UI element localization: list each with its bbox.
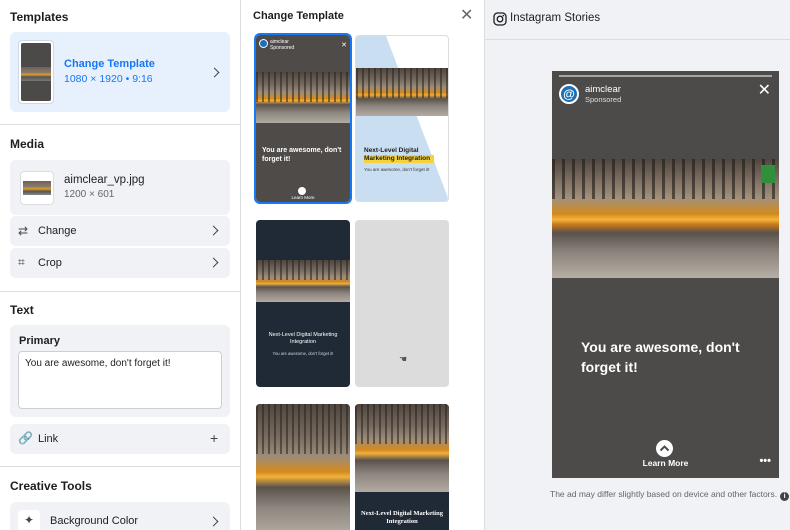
tile-cta: Learn More <box>291 195 315 200</box>
template-option-6[interactable]: Next-Level Digital Marketing Integration <box>355 404 449 530</box>
change-media-label: Change <box>38 225 77 237</box>
change-media-row[interactable]: ⇄ Change <box>10 216 230 246</box>
story-progress-bar <box>559 75 772 77</box>
story-brand-name: aimclear <box>585 84 621 95</box>
template-option-1[interactable]: aimclear Sponsored ✕ You are awesome, don… <box>254 33 352 204</box>
background-color-label: Background Color <box>50 515 139 527</box>
placement-title: Instagram Stories <box>510 12 601 24</box>
change-template-card[interactable]: Change Template 1080 × 1920 • 9:16 <box>10 32 230 112</box>
disclaimer-text: The ad may differ slightly based on devi… <box>550 489 778 499</box>
chevron-right-icon <box>208 516 219 527</box>
tile-sub: You are awesome, don't forget it! <box>364 167 430 172</box>
link-row[interactable]: 🔗 Link + <box>10 424 230 454</box>
media-file-card: aimclear_vp.jpg 1200 × 601 <box>10 160 230 215</box>
close-icon: ✕ <box>341 42 347 49</box>
story-cta[interactable]: Learn More <box>552 458 779 468</box>
template-option-5[interactable] <box>256 404 350 530</box>
info-icon[interactable]: i <box>780 492 790 501</box>
template-option-2[interactable]: Next-Level Digital Marketing Integration… <box>355 35 449 202</box>
chevron-right-icon <box>208 257 219 268</box>
story-preview: @ aimclear Sponsored ✕ You are awesome, … <box>552 71 779 478</box>
primary-text-card: Primary You are awesome, don't forget it… <box>10 325 230 417</box>
cursor-icon: ☚ <box>399 354 408 364</box>
template-option-3[interactable]: Next-Level Digital Marketing Integration… <box>256 220 350 387</box>
ad-creative-editor: Templates Change Template 1080 × 1920 • … <box>0 0 790 530</box>
brand-logo: @ <box>559 84 579 104</box>
tile-sub: You are awesome, don't forget it! <box>272 351 334 356</box>
link-label: Link <box>38 433 59 445</box>
tile-headline: Next-Level Digital Marketing Integration <box>268 332 338 345</box>
close-icon[interactable]: ✕ <box>758 83 771 99</box>
change-template-panel: Change Template ✕ aimclear Sponsored ✕ Yo… <box>241 0 485 530</box>
tile-message: You are awesome, don't forget it! <box>262 147 342 163</box>
media-title: Media <box>10 137 45 151</box>
instagram-icon <box>493 12 507 26</box>
chevron-right-icon <box>209 67 220 78</box>
template-dimensions: 1080 × 1920 • 9:16 <box>64 73 153 85</box>
media-file-name: aimclear_vp.jpg <box>64 174 145 186</box>
left-panel: Templates Change Template 1080 × 1920 • … <box>0 0 241 530</box>
template-option-4[interactable]: ☚ <box>355 220 449 387</box>
template-thumbnail <box>18 40 54 104</box>
tile-diagonal-background <box>356 36 448 201</box>
magic-wand-icon: ✦ <box>18 510 40 530</box>
tile-headline: Next-Level Digital Marketing Integration <box>361 510 443 525</box>
preview-disclaimer: The ad may differ slightly based on devi… <box>550 489 790 501</box>
close-icon[interactable]: ✕ <box>460 8 473 24</box>
media-thumbnail <box>20 171 54 205</box>
story-message: You are awesome, don't forget it! <box>581 339 740 375</box>
link-icon: 🔗 <box>18 431 33 445</box>
background-color-row[interactable]: ✦ Background Color <box>10 502 230 530</box>
text-title: Text <box>10 303 34 317</box>
chevron-right-icon <box>208 225 219 236</box>
tile-sponsored: Sponsored <box>270 45 295 51</box>
story-sponsored: Sponsored <box>585 95 622 104</box>
chevron-up-icon <box>298 187 306 195</box>
crop-icon: ⌗ <box>18 255 25 269</box>
swap-icon: ⇄ <box>18 224 29 238</box>
plus-icon[interactable]: + <box>210 431 218 445</box>
change-template-label: Change Template <box>64 58 155 70</box>
brand-logo <box>259 39 268 48</box>
tile-headline: Next-Level Digital Marketing Integration <box>364 147 434 163</box>
primary-text-input[interactable]: You are awesome, don't forget it! <box>18 351 222 409</box>
chevron-up-icon[interactable] <box>656 440 673 457</box>
station-sign <box>761 165 775 183</box>
change-template-title: Change Template <box>253 10 344 22</box>
preview-panel: Instagram Stories @ aimclear Sponsored ✕… <box>485 0 790 530</box>
media-file-dims: 1200 × 601 <box>64 189 115 200</box>
crop-media-row[interactable]: ⌗ Crop <box>10 248 230 278</box>
creative-tools-title: Creative Tools <box>10 479 92 493</box>
more-options-icon[interactable]: ••• <box>759 455 771 467</box>
crop-label: Crop <box>38 257 62 269</box>
preview-header: Instagram Stories <box>485 0 790 40</box>
templates-title: Templates <box>10 10 69 24</box>
primary-text-label: Primary <box>19 335 60 347</box>
